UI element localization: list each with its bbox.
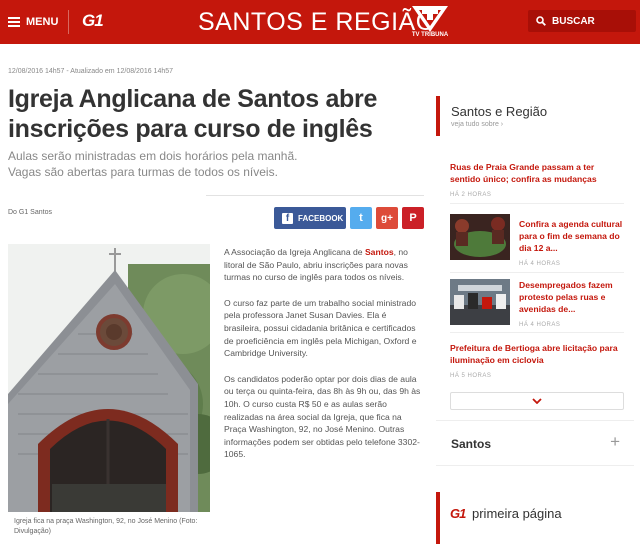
search-icon [536, 16, 546, 26]
article-source: Do G1 Santos [8, 209, 52, 216]
divider [450, 272, 624, 273]
search-label: BUSCAR [552, 15, 595, 27]
twitter-share-button[interactable]: t [350, 207, 372, 229]
sidebar-title[interactable]: Santos e Região [451, 104, 634, 119]
news-title: Desempregados fazem protesto pelas ruas … [519, 280, 613, 314]
news-thumbnail[interactable] [450, 279, 510, 325]
menu-label: MENU [26, 16, 59, 28]
photo-caption: Igreja fica na praça Washington, 92, no … [14, 518, 198, 535]
divider [450, 203, 624, 204]
primeira-pagina-title: primeira página [472, 506, 562, 521]
header-divider [68, 10, 69, 34]
tv-tribuna-text: TV TRIBUNA [411, 32, 449, 38]
sidebar-news-item[interactable]: Prefeitura de Bertioga abre licitação pa… [450, 342, 624, 379]
news-time: HÁ 4 HORAS [519, 322, 561, 328]
facebook-label: FACEBOOK [298, 213, 344, 223]
sidebar-news-item[interactable]: Confira a agenda cultural para o fim de … [519, 218, 629, 267]
see-all-link[interactable]: veja tudo sobre › [451, 121, 634, 128]
facebook-icon: f [282, 212, 293, 224]
googleplus-share-button[interactable]: g+ [376, 207, 398, 229]
thumbnail-image [450, 214, 510, 260]
news-time: HÁ 5 HORAS [450, 373, 492, 379]
article-body: A Associação da Igreja Anglicana de Sant… [224, 246, 424, 474]
plus-icon: + [610, 432, 620, 451]
subhead-line-2: Vagas são abertas para turmas de todos o… [8, 165, 278, 179]
load-more-button[interactable] [450, 392, 624, 410]
thumbnail-image [450, 279, 510, 325]
news-time: HÁ 4 HORAS [519, 261, 561, 267]
news-title: Prefeitura de Bertioga abre licitação pa… [450, 343, 618, 365]
news-title: Ruas de Praia Grande passam a ter sentid… [450, 162, 597, 184]
search-button[interactable]: BUSCAR [528, 10, 636, 32]
facebook-share-button[interactable]: f FACEBOOK [274, 207, 346, 229]
pinterest-share-button[interactable]: P [402, 207, 424, 229]
sidebar-news-item[interactable]: Ruas de Praia Grande passam a ter sentid… [450, 161, 624, 198]
sidebar-news-block: Santos e Região veja tudo sobre › [436, 96, 634, 136]
primeira-pagina-block[interactable]: G1 primeira página [436, 492, 634, 544]
paragraph-3: Os candidatos poderão optar por dois dia… [224, 373, 421, 460]
paragraph-2: O curso faz parte de um trabalho social … [224, 297, 417, 359]
g1-logo[interactable]: G1 [82, 11, 104, 31]
tv-tribuna-logo[interactable]: TV TRIBUNA [410, 4, 450, 40]
g1-small-logo: G1 [450, 506, 466, 521]
article-dateline: 12/08/2016 14h57 - Atualizado em 12/08/2… [8, 68, 174, 75]
twitter-icon: t [359, 212, 363, 224]
news-thumbnail[interactable] [450, 214, 510, 260]
paragraph-1: A Associação da Igreja Anglicana de Sant… [224, 246, 424, 284]
menu-button[interactable]: MENU [8, 12, 58, 32]
accordion-title: Santos [451, 437, 492, 451]
accordion-santos[interactable]: Santos + [436, 420, 634, 466]
news-time: HÁ 2 HORAS [450, 192, 492, 198]
subhead-line-1: Aulas serão ministradas em dois horários… [8, 149, 298, 163]
article-subhead: Aulas serão ministradas em dois horários… [8, 148, 408, 180]
p1-text-start: A Associação da Igreja Anglicana de [224, 247, 365, 257]
section-title[interactable]: SANTOS E REGIÃO [198, 8, 436, 37]
santos-link[interactable]: Santos [365, 247, 394, 257]
googleplus-icon: g+ [381, 212, 393, 224]
hamburger-icon [8, 17, 20, 27]
article-headline: Igreja Anglicana de Santos abre inscriçõ… [8, 85, 378, 143]
church-photo [8, 244, 210, 512]
top-header-bar: MENU G1 SANTOS E REGIÃO TV TRIBUNA BUSCA… [0, 0, 640, 44]
tv-tribuna-icon [412, 6, 448, 32]
church-illustration [8, 244, 210, 512]
chevron-down-icon [532, 398, 542, 404]
pinterest-icon: P [409, 212, 417, 224]
sidebar-news-item[interactable]: Desempregados fazem protesto pelas ruas … [519, 279, 629, 328]
divider [450, 332, 624, 333]
divider [206, 195, 424, 196]
news-title: Confira a agenda cultural para o fim de … [519, 219, 623, 253]
sidebar-header: Santos e Região veja tudo sobre › [436, 96, 634, 136]
